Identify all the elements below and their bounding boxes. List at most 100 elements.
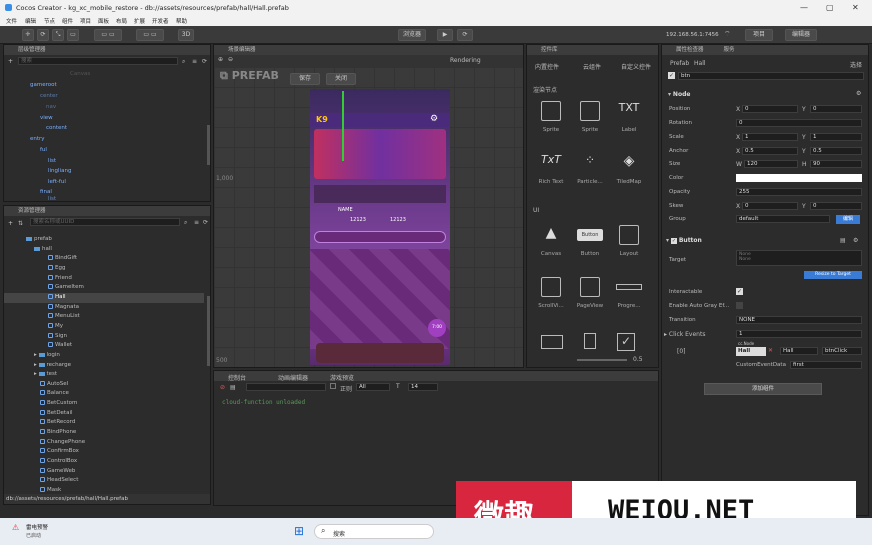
menu-file[interactable]: 文件 xyxy=(6,17,17,25)
folder-row[interactable]: hall xyxy=(34,246,52,252)
control-progressbar[interactable]: Progre... xyxy=(610,277,648,309)
settings-icon[interactable]: ⚙ xyxy=(853,237,858,244)
add-asset-button[interactable]: + xyxy=(8,220,13,227)
auto-gray-checkbox[interactable] xyxy=(736,302,743,309)
asset-row[interactable]: Balance xyxy=(40,390,69,396)
tree-node[interactable]: Canvas xyxy=(70,71,90,77)
prefab-select-button[interactable]: 选择 xyxy=(850,60,862,69)
click-events-label[interactable]: ▸ Click Events xyxy=(664,331,705,338)
tree-node[interactable]: view xyxy=(40,115,53,121)
tree-node[interactable]: list xyxy=(48,158,56,164)
font-size-select[interactable]: 14 xyxy=(408,383,438,391)
settings-icon[interactable]: ⚙ xyxy=(430,114,438,124)
console-filter-input[interactable] xyxy=(246,383,326,391)
play-button[interactable]: ▶ xyxy=(437,29,453,41)
remove-event-icon[interactable]: ✕ xyxy=(768,347,773,354)
local-button[interactable]: ▭ ▭ xyxy=(136,29,164,41)
custom-data-input[interactable]: first xyxy=(790,361,862,369)
sort-icon[interactable]: ⇅ xyxy=(18,220,23,227)
group-edit-button[interactable]: 编辑 xyxy=(836,215,860,224)
maximize-button[interactable]: ▢ xyxy=(826,3,834,12)
asset-row-selected[interactable]: Hall xyxy=(48,294,66,300)
transition-select[interactable]: NONE xyxy=(736,316,862,324)
group-select[interactable]: default xyxy=(736,215,830,223)
game-bottom-bar[interactable] xyxy=(316,343,444,363)
regex-checkbox[interactable] xyxy=(330,383,336,389)
log-level-select[interactable]: All xyxy=(356,383,390,391)
menu-project[interactable]: 项目 xyxy=(80,17,91,25)
asset-row[interactable]: Mask xyxy=(40,487,61,493)
button-enabled-checkbox[interactable]: ✓ xyxy=(670,238,677,244)
scrollbar[interactable] xyxy=(207,125,210,165)
tree-node[interactable]: entry xyxy=(30,136,45,142)
tree-node[interactable]: nav xyxy=(46,104,56,110)
skew-y-input[interactable]: 0 xyxy=(810,202,862,210)
tree-node[interactable]: lingliang xyxy=(48,168,71,174)
tree-node[interactable]: left-ful xyxy=(48,179,66,185)
y-axis-gizmo[interactable] xyxy=(342,91,344,161)
asset-row[interactable]: BetDetail xyxy=(40,410,73,416)
rect-tool-button[interactable]: ▭ xyxy=(67,29,79,41)
position-y-input[interactable]: 0 xyxy=(810,105,862,113)
size-w-input[interactable]: 120 xyxy=(744,160,798,168)
refresh-icon[interactable]: ⟳ xyxy=(202,58,207,65)
control-sprite[interactable]: Sprite xyxy=(571,101,609,133)
control-richtext[interactable]: TxT Rich Text xyxy=(532,153,570,185)
node-name-input[interactable]: btn xyxy=(678,72,864,80)
windows-start-icon[interactable]: ⊞ xyxy=(294,524,304,538)
scale-x-input[interactable]: 1 xyxy=(742,133,798,141)
event-handler-select[interactable]: btnClick xyxy=(822,347,862,355)
zoom-icon[interactable]: ⊕ xyxy=(218,56,223,63)
asset-row[interactable]: BindGift xyxy=(48,255,77,261)
folder-row[interactable]: ▸ recharge xyxy=(34,362,71,368)
scene-viewport[interactable]: ⧉ PREFAB 保存 关闭 1,000 500 K9 ⚙ NAME 12123… xyxy=(214,67,523,367)
clear-icon[interactable]: ⊘ xyxy=(220,384,225,391)
tab-builtin[interactable]: 内置控件 xyxy=(535,62,559,71)
scrollbar[interactable] xyxy=(207,296,210,366)
toggle-control[interactable]: ✓ xyxy=(617,333,635,351)
tree-node[interactable]: gameroot xyxy=(30,82,57,88)
time-badge[interactable]: 7:00 xyxy=(428,319,446,337)
editbox-control[interactable] xyxy=(541,335,563,349)
control-canvas[interactable]: ▲ Canvas xyxy=(532,225,570,257)
copy-icon[interactable]: ▤ xyxy=(840,237,846,244)
position-x-input[interactable]: 0 xyxy=(742,105,798,113)
search-icon[interactable]: ⌕ xyxy=(182,58,185,66)
menu-node[interactable]: 节点 xyxy=(44,17,55,25)
rotate-tool-button[interactable]: ⟳ xyxy=(37,29,49,41)
tab-cloud[interactable]: 云组件 xyxy=(583,62,601,71)
asset-row[interactable]: GameItem xyxy=(48,284,84,290)
open-log-icon[interactable]: ▤ xyxy=(230,384,236,391)
node-settings-icon[interactable]: ⚙ xyxy=(856,90,861,97)
asset-row[interactable]: Wallet xyxy=(48,342,72,348)
control-scrollview[interactable]: ScrollVi... xyxy=(532,277,570,309)
refresh-icon[interactable]: ⟳ xyxy=(203,219,208,226)
add-component-button[interactable]: 添加组件 xyxy=(704,383,822,395)
game-canvas[interactable]: K9 ⚙ NAME 12123 12123 7:00 xyxy=(310,89,450,365)
control-sprite-splash[interactable]: Sprite xyxy=(532,101,570,133)
tree-node[interactable]: content xyxy=(46,125,67,131)
zoom-out-icon[interactable]: ⊖ xyxy=(228,56,233,63)
game-banner[interactable] xyxy=(314,129,446,179)
tree-node[interactable]: list xyxy=(48,196,56,202)
collapse-icon[interactable]: ≡ xyxy=(194,219,199,226)
target-field[interactable]: None None xyxy=(736,250,862,266)
asset-row[interactable]: HeadSelect xyxy=(40,477,78,483)
scale-y-input[interactable]: 1 xyxy=(810,133,862,141)
interactable-checkbox[interactable]: ✓ xyxy=(736,288,743,295)
skew-x-input[interactable]: 0 xyxy=(742,202,798,210)
asset-row[interactable]: ControlBox xyxy=(40,458,77,464)
click-events-count-input[interactable]: 1 xyxy=(736,330,862,338)
minimize-button[interactable]: — xyxy=(800,3,808,12)
tree-node[interactable]: ful xyxy=(40,147,47,153)
menu-panel[interactable]: 面板 xyxy=(98,17,109,25)
asset-row[interactable]: My xyxy=(48,323,63,329)
add-node-button[interactable]: + xyxy=(8,58,13,65)
node-section-header[interactable]: ▾ Node xyxy=(668,91,690,98)
library-zoom-slider[interactable] xyxy=(577,359,627,361)
menu-edit[interactable]: 编辑 xyxy=(25,17,36,25)
tree-node[interactable]: center xyxy=(40,93,58,99)
asset-row[interactable]: ConfirmBox xyxy=(40,448,79,454)
asset-row[interactable]: BindPhone xyxy=(40,429,76,435)
menu-extension[interactable]: 扩展 xyxy=(134,17,145,25)
